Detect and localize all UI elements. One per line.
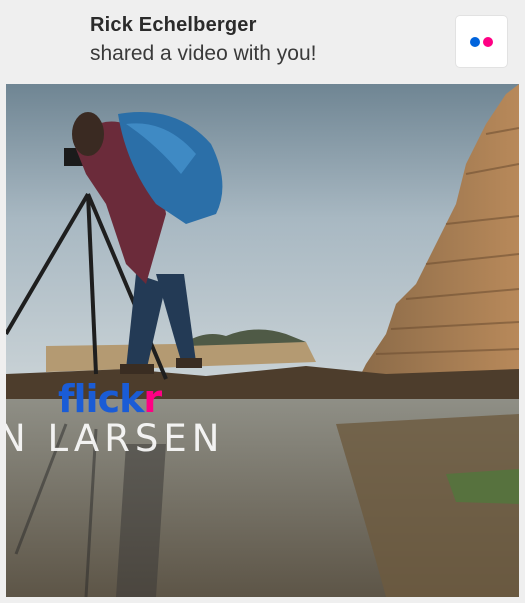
share-notification-card[interactable]: Rick Echelberger shared a video with you… [0, 0, 525, 603]
video-thumbnail[interactable]: flickr N LARSEN [6, 84, 519, 597]
green-algae [446, 469, 519, 504]
blue-dot-icon [470, 37, 480, 47]
flickr-app-icon[interactable] [456, 16, 507, 67]
thumbnail-scene [6, 84, 519, 597]
notification-header: Rick Echelberger shared a video with you… [0, 0, 525, 84]
sender-name: Rick Echelberger [90, 14, 257, 36]
video-overlay-title: N LARSEN [6, 417, 225, 460]
share-message: shared a video with you! [90, 42, 317, 65]
flickr-logo: flickr [58, 377, 162, 421]
pink-dot-icon [483, 37, 493, 47]
